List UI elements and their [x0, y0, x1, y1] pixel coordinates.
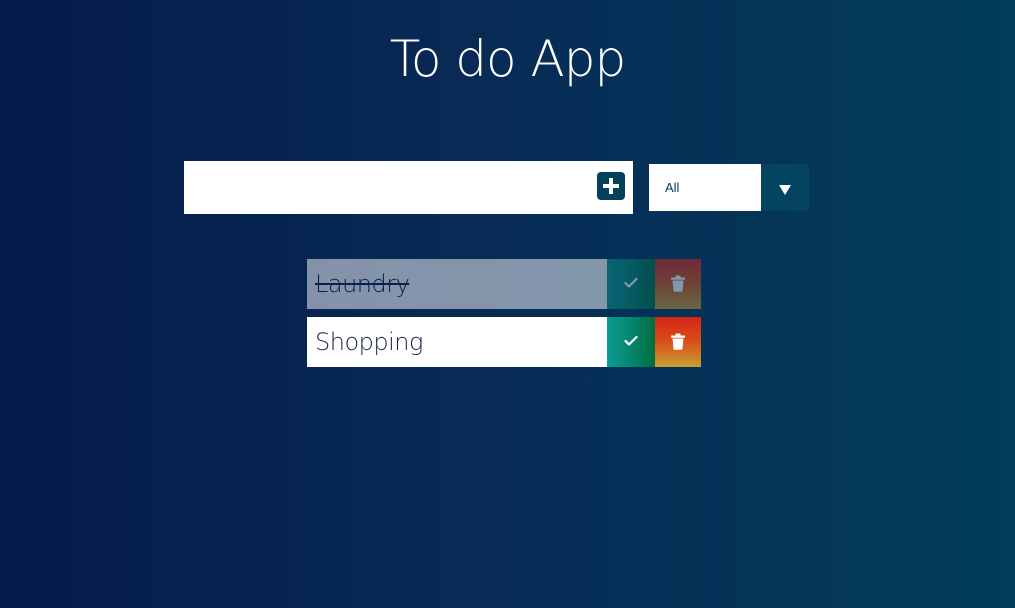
todo-item: Laundry [307, 259, 701, 309]
todo-item: Shopping [307, 317, 701, 367]
page-title: To do App [389, 30, 626, 88]
todo-input[interactable] [184, 161, 592, 214]
plus-icon [603, 178, 619, 194]
trash-icon [671, 275, 685, 292]
filter-select[interactable]: All [649, 164, 809, 211]
delete-button[interactable] [655, 259, 701, 309]
delete-button[interactable] [655, 317, 701, 367]
complete-button[interactable] [607, 317, 655, 367]
todo-input-container [184, 161, 633, 214]
trash-icon [671, 333, 685, 350]
todo-item-text: Laundry [307, 259, 607, 309]
add-todo-button[interactable] [597, 172, 625, 200]
todo-list: Laundry Shopping [307, 259, 701, 375]
triangle-down-icon [779, 185, 791, 195]
todo-item-text: Shopping [307, 317, 607, 367]
complete-button[interactable] [607, 259, 655, 309]
filter-selected-value: All [649, 164, 761, 211]
filter-dropdown-button[interactable] [761, 164, 809, 211]
check-icon [624, 335, 638, 346]
check-icon [624, 277, 638, 288]
